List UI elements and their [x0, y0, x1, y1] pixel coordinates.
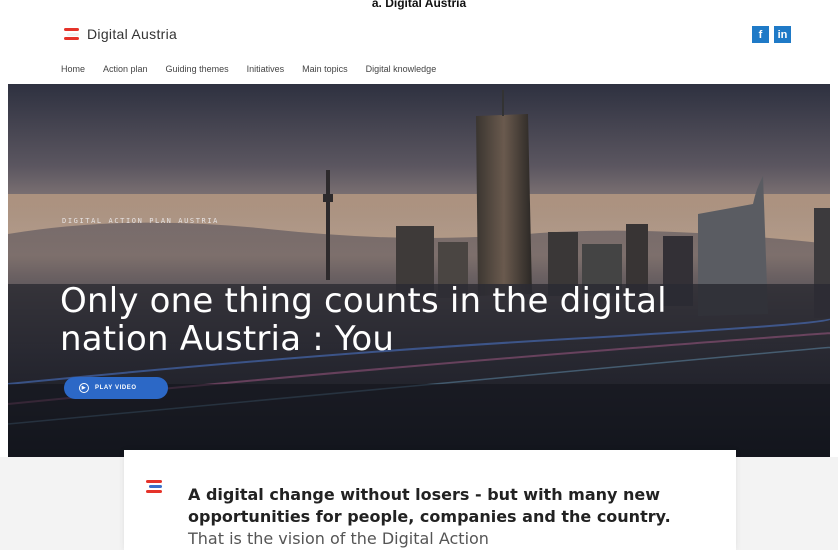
nav-item-initiatives[interactable]: Initiatives: [247, 64, 285, 74]
play-video-label: PLAY VIDEO: [95, 385, 137, 391]
intro-text: A digital change without losers - but wi…: [188, 484, 688, 550]
nav-item-action-plan[interactable]: Action plan: [103, 64, 148, 74]
hero-headline: Only one thing counts in the digital nat…: [60, 281, 667, 359]
city-skyline-image: [8, 90, 830, 457]
play-icon: ▶: [79, 383, 89, 393]
figure-caption: a. Digital Austria: [371, 0, 467, 10]
intro-card: A digital change without losers - but wi…: [124, 450, 736, 550]
intro-bold-text: A digital change without losers - but wi…: [188, 485, 671, 526]
site-header: Digital Austria f in Home Action plan Gu…: [0, 14, 838, 84]
intro-rest-text: That is the vision of the Digital Action: [188, 529, 489, 548]
austria-flag-icon: [64, 28, 79, 40]
play-video-button[interactable]: ▶ PLAY VIDEO: [64, 377, 168, 399]
site-logo[interactable]: Digital Austria: [64, 26, 177, 42]
nav-item-main-topics[interactable]: Main topics: [302, 64, 348, 74]
linkedin-icon[interactable]: in: [774, 26, 791, 43]
social-links: f in: [752, 26, 791, 43]
logo-text: Digital Austria: [87, 26, 178, 42]
nav-item-guiding-themes[interactable]: Guiding themes: [166, 64, 229, 74]
nav-item-home[interactable]: Home: [61, 64, 85, 74]
hero-eyebrow: DIGITAL ACTION PLAN AUSTRIA: [62, 217, 219, 225]
hero-banner: DIGITAL ACTION PLAN AUSTRIA Only one thi…: [8, 84, 830, 457]
nav-item-digital-knowledge[interactable]: Digital knowledge: [366, 64, 437, 74]
main-nav: Home Action plan Guiding themes Initiati…: [61, 64, 454, 74]
facebook-icon[interactable]: f: [752, 26, 769, 43]
digital-austria-mark-icon: [146, 480, 162, 494]
